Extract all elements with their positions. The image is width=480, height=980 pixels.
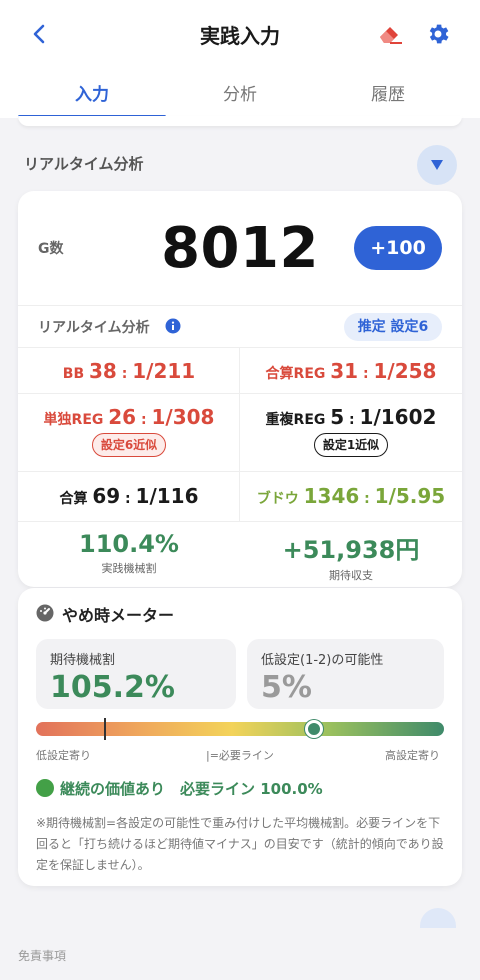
grid-divider — [18, 471, 462, 472]
realtime-header: リアルタイム分析 推定 設定6 — [18, 305, 462, 347]
stat-count: 5 — [330, 405, 345, 429]
stat-rate: 1/5.95 — [374, 484, 446, 508]
stat-total-reg: 合算REG 31 : 1/258 — [265, 359, 437, 383]
scale-low-label: 低設定寄り — [36, 749, 91, 762]
collapse-button[interactable] — [417, 145, 457, 185]
tab-analysis[interactable]: 分析 — [166, 72, 314, 118]
status-text: 継続の価値あり 必要ライン 100.0% — [60, 780, 323, 798]
stat-name: 合算 — [59, 491, 88, 507]
expected-rate-box: 期待機械割 105.2% — [36, 639, 236, 709]
gear-icon[interactable] — [425, 21, 451, 47]
low-setting-label: 低設定(1-2)の可能性 — [261, 653, 384, 668]
required-line-marker — [104, 718, 106, 740]
eraser-icon[interactable] — [376, 21, 404, 47]
expected-caption: 期待収支 — [329, 569, 373, 582]
stat-count: 26 — [108, 405, 137, 429]
stat-rate: 1/308 — [151, 405, 215, 429]
expected-summary: +51,938円 期待収支 — [240, 530, 462, 583]
green-circle-icon — [36, 779, 54, 797]
scale-required-label: |=必要ライン — [206, 749, 274, 762]
stat-total: 合算 69 : 1/116 — [59, 484, 199, 508]
gauge-icon — [36, 604, 54, 622]
realtime-card: G数 8012 +100 リアルタイム分析 推定 設定6 BB 38 : 1/2… — [18, 191, 462, 587]
stat-name: ブドウ — [256, 491, 299, 507]
payout-summary: 110.4% 実践機械割 — [18, 530, 240, 576]
info-icon[interactable] — [165, 318, 181, 334]
meter-note: ※期待機械割=各設定の可能性で重み付けした平均機械割。必要ラインを下回ると「打ち… — [36, 816, 444, 872]
section-title: リアルタイム分析 — [24, 155, 144, 173]
stat-count: 38 — [89, 359, 117, 383]
low-setting-value: 5% — [261, 670, 312, 705]
stat-name: 合算REG — [265, 366, 326, 382]
gauge-indicator — [305, 720, 323, 738]
stat-name: BB — [62, 366, 85, 382]
stat-bb: BB 38 : 1/211 — [62, 359, 196, 383]
stat-count: 69 — [92, 484, 121, 508]
meter-title: やめ時メーター — [62, 606, 175, 625]
realtime-label: リアルタイム分析 — [38, 320, 150, 336]
payout-caption: 実践機械割 — [101, 562, 157, 575]
app-header: 実践入力 入力 分析 履歴 — [0, 0, 480, 118]
expected-rate-value: 105.2% — [50, 670, 175, 705]
page-title: 実践入力 — [200, 24, 280, 48]
stat-rate: 1/258 — [373, 359, 437, 383]
triangle-down-icon — [431, 160, 443, 170]
setting-badge: 設定6近似 — [91, 433, 167, 457]
stat-rate: 1/211 — [132, 359, 196, 383]
stat-rate: 1/1602 — [359, 405, 437, 429]
expected-value: +51,938円 — [282, 536, 420, 564]
stat-name: 重複REG — [265, 412, 326, 428]
stat-name: 単独REG — [43, 412, 104, 428]
previous-card-edge — [18, 116, 462, 126]
payout-value: 110.4% — [79, 530, 179, 558]
add-100-button[interactable]: +100 — [354, 226, 442, 270]
stat-solo-reg: 単独REG 26 : 1/308 設定6近似 — [18, 405, 240, 457]
setting-badge: 設定1近似 — [313, 433, 389, 457]
scale-high-label: 高設定寄り — [385, 749, 440, 762]
grid-divider — [18, 393, 462, 394]
estimate-badge: 推定 設定6 — [344, 313, 442, 341]
tab-input[interactable]: 入力 — [18, 72, 166, 118]
stat-cherry-reg: 重複REG 5 : 1/1602 設定1近似 — [240, 405, 462, 457]
continue-status: 継続の価値あり 必要ライン 100.0% — [36, 778, 323, 799]
quit-gauge-bar — [36, 722, 444, 736]
quit-meter-card: やめ時メーター 期待機械割 105.2% 低設定(1-2)の可能性 5% 低設定… — [18, 588, 462, 886]
stat-grape: ブドウ 1346 : 1/5.95 — [256, 484, 446, 508]
stat-rate: 1/116 — [135, 484, 199, 508]
summary-row: 110.4% 実践機械割 +51,938円 期待収支 — [18, 521, 462, 587]
stats-grid: BB 38 : 1/211 合算REG 31 : 1/258 単独REG 26 … — [18, 347, 462, 522]
expected-rate-label: 期待機械割 — [50, 653, 116, 668]
stat-count: 1346 — [303, 484, 360, 508]
low-setting-box: 低設定(1-2)の可能性 5% — [247, 639, 444, 709]
next-section-toggle[interactable] — [420, 908, 456, 928]
tab-bar: 入力 分析 履歴 — [18, 72, 462, 118]
disclaimer-link[interactable]: 免責事項 — [18, 947, 66, 964]
stat-count: 31 — [330, 359, 359, 383]
tab-history[interactable]: 履歴 — [314, 72, 462, 118]
